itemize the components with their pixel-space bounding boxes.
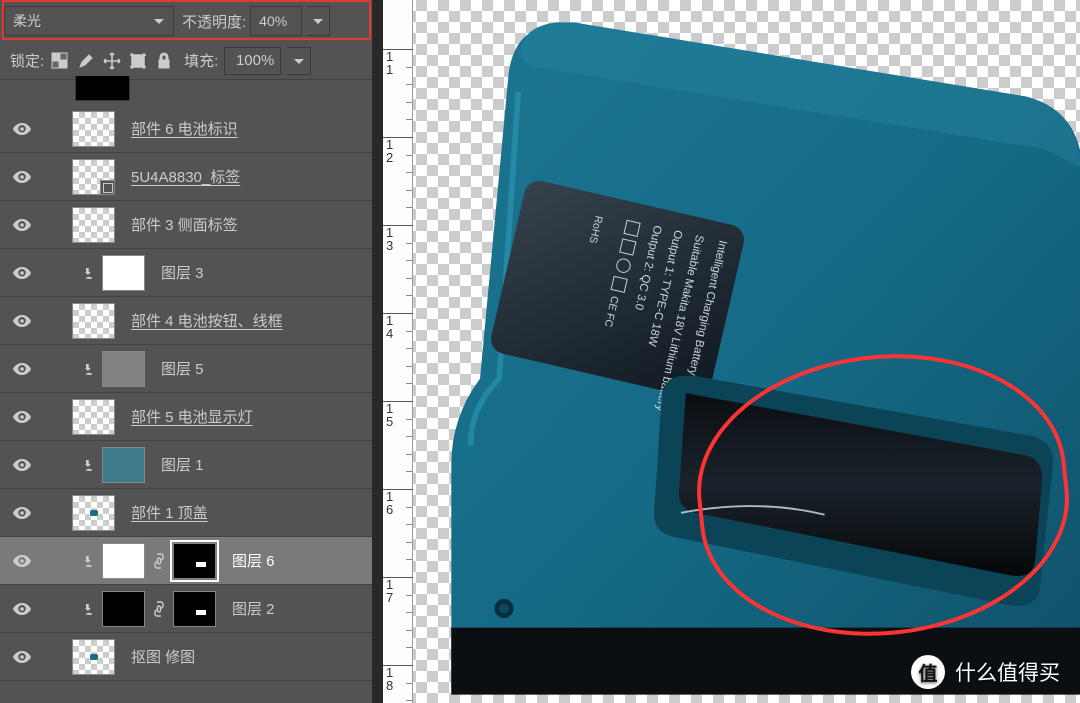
document-canvas[interactable]: 11 12 13 14 15 16 17 18 [383, 0, 1080, 703]
layer-name[interactable]: 抠图 修图 [131, 646, 195, 667]
layer-name[interactable]: 5U4A8830_标签 [131, 166, 240, 187]
ruler-tick: 18 [383, 665, 413, 692]
watermark: 值 什么值得买 [911, 655, 1060, 689]
layer-mask-thumbnail[interactable] [173, 543, 216, 579]
fill-input[interactable]: 100% [224, 47, 281, 75]
layer-row[interactable]: 5U4A8830_标签 [0, 153, 372, 201]
layer-name[interactable]: 部件 6 电池标识 [131, 118, 238, 139]
visibility-eye-icon[interactable] [8, 403, 36, 431]
ruler-tick: 17 [383, 577, 413, 604]
layer-thumbnail[interactable] [72, 159, 115, 195]
layer-row[interactable]: 部件 1 顶盖 [0, 489, 372, 537]
opacity-label: 不透明度: [182, 11, 246, 32]
watermark-text: 什么值得买 [955, 657, 1060, 687]
layer-row[interactable]: 图层 3 [0, 249, 372, 297]
ruler-tick: 14 [383, 313, 413, 340]
chevron-down-icon [153, 15, 165, 27]
layer-row[interactable]: 图层 1 [0, 441, 372, 489]
lock-artboard-icon[interactable] [128, 51, 148, 71]
ruler-tick: 13 [383, 225, 413, 252]
lock-fill-row: 锁定: 填充: 100% [0, 42, 372, 80]
clip-arrow-icon [82, 362, 96, 376]
ruler-tick: 12 [383, 137, 413, 164]
layer-name[interactable]: 图层 5 [161, 358, 204, 379]
layers-panel: 柔光 不透明度: 40% 锁定: [0, 0, 373, 703]
layer-row[interactable]: 部件 3 侧面标签 [0, 201, 372, 249]
layer-name[interactable]: 图层 2 [232, 598, 275, 619]
clip-arrow-icon [82, 554, 96, 568]
visibility-eye-icon[interactable] [8, 259, 36, 287]
visibility-eye-icon[interactable] [8, 355, 36, 383]
visibility-eye-icon[interactable] [8, 115, 36, 143]
panel-gutter [373, 0, 383, 703]
visibility-eye-icon[interactable] [8, 163, 36, 191]
layer-thumbnail[interactable] [102, 447, 145, 483]
layer-thumbnail[interactable] [102, 591, 145, 627]
layer-row[interactable]: 抠图 修图 [0, 633, 372, 681]
layer-thumbnail[interactable] [102, 543, 145, 579]
layer-row[interactable]: 部件 5 电池显示灯 [0, 393, 372, 441]
visibility-eye-icon[interactable] [8, 547, 36, 575]
ruler-tick: 11 [383, 49, 413, 76]
layer-thumbnail[interactable] [72, 111, 115, 147]
layer-row[interactable]: 部件 4 电池按钮、线框 [0, 297, 372, 345]
ruler-tick: 16 [383, 489, 413, 516]
layer-name[interactable]: 部件 5 电池显示灯 [131, 406, 253, 427]
lock-move-icon[interactable] [102, 51, 122, 71]
layer-row[interactable]: 图层 6 [0, 537, 372, 585]
visibility-eye-icon[interactable] [8, 451, 36, 479]
opacity-dropdown[interactable] [306, 6, 330, 36]
lock-transparency-icon[interactable] [50, 51, 70, 71]
link-icon[interactable] [151, 599, 167, 619]
blend-mode-value: 柔光 [13, 11, 41, 31]
layer-name[interactable]: 部件 4 电池按钮、线框 [131, 310, 283, 331]
layer-name[interactable]: 图层 6 [232, 550, 275, 571]
fill-value: 100% [225, 52, 280, 69]
layer-name[interactable]: 部件 1 顶盖 [131, 502, 208, 523]
lock-all-icon[interactable] [154, 51, 174, 71]
layer-thumbnail[interactable] [102, 255, 145, 291]
watermark-badge: 值 [911, 655, 945, 689]
visibility-eye-icon[interactable] [8, 211, 36, 239]
vertical-ruler: 11 12 13 14 15 16 17 18 [383, 0, 413, 703]
visibility-eye-icon[interactable] [8, 307, 36, 335]
layer-thumbnail[interactable] [72, 639, 115, 675]
layer-row[interactable]: 部件 6 电池标识 [0, 105, 372, 153]
layer-row[interactable]: 图层 5 [0, 345, 372, 393]
layer-name[interactable]: 图层 3 [161, 262, 204, 283]
opacity-value: 40% [251, 13, 301, 29]
layer-mask-thumbnail[interactable] [173, 591, 216, 627]
ruler-tick: 15 [383, 401, 413, 428]
layer-name[interactable]: 图层 1 [161, 454, 204, 475]
visibility-eye-icon[interactable] [8, 643, 36, 671]
group-collapsed-tail [0, 80, 372, 105]
layer-thumbnail[interactable] [102, 351, 145, 387]
blend-mode-select[interactable]: 柔光 [4, 6, 174, 36]
layers-list: 部件 6 电池标识 5U4A8830_标签部件 3 侧面标签图层 3 部件 4 电池… [0, 105, 372, 703]
opacity-input[interactable]: 40% [250, 6, 302, 36]
fill-label: 填充: [184, 50, 218, 71]
layer-thumbnail[interactable] [72, 303, 115, 339]
clip-arrow-icon [82, 266, 96, 280]
layer-row[interactable]: 图层 2 [0, 585, 372, 633]
blend-opacity-row: 柔光 不透明度: 40% [0, 0, 372, 42]
lock-label: 锁定: [10, 50, 44, 71]
layer-thumbnail[interactable] [72, 399, 115, 435]
layer-thumbnail[interactable] [72, 495, 115, 531]
link-icon[interactable] [151, 551, 167, 571]
clip-arrow-icon [82, 458, 96, 472]
lock-brush-icon[interactable] [76, 51, 96, 71]
visibility-eye-icon[interactable] [8, 499, 36, 527]
visibility-eye-icon[interactable] [8, 595, 36, 623]
layer-name[interactable]: 部件 3 侧面标签 [131, 214, 238, 235]
clip-arrow-icon [82, 602, 96, 616]
chevron-down-icon [312, 15, 324, 27]
fill-dropdown[interactable] [287, 47, 311, 75]
layer-thumbnail[interactable] [72, 207, 115, 243]
group-tail-thumb [75, 76, 130, 101]
chevron-down-icon [293, 55, 305, 67]
